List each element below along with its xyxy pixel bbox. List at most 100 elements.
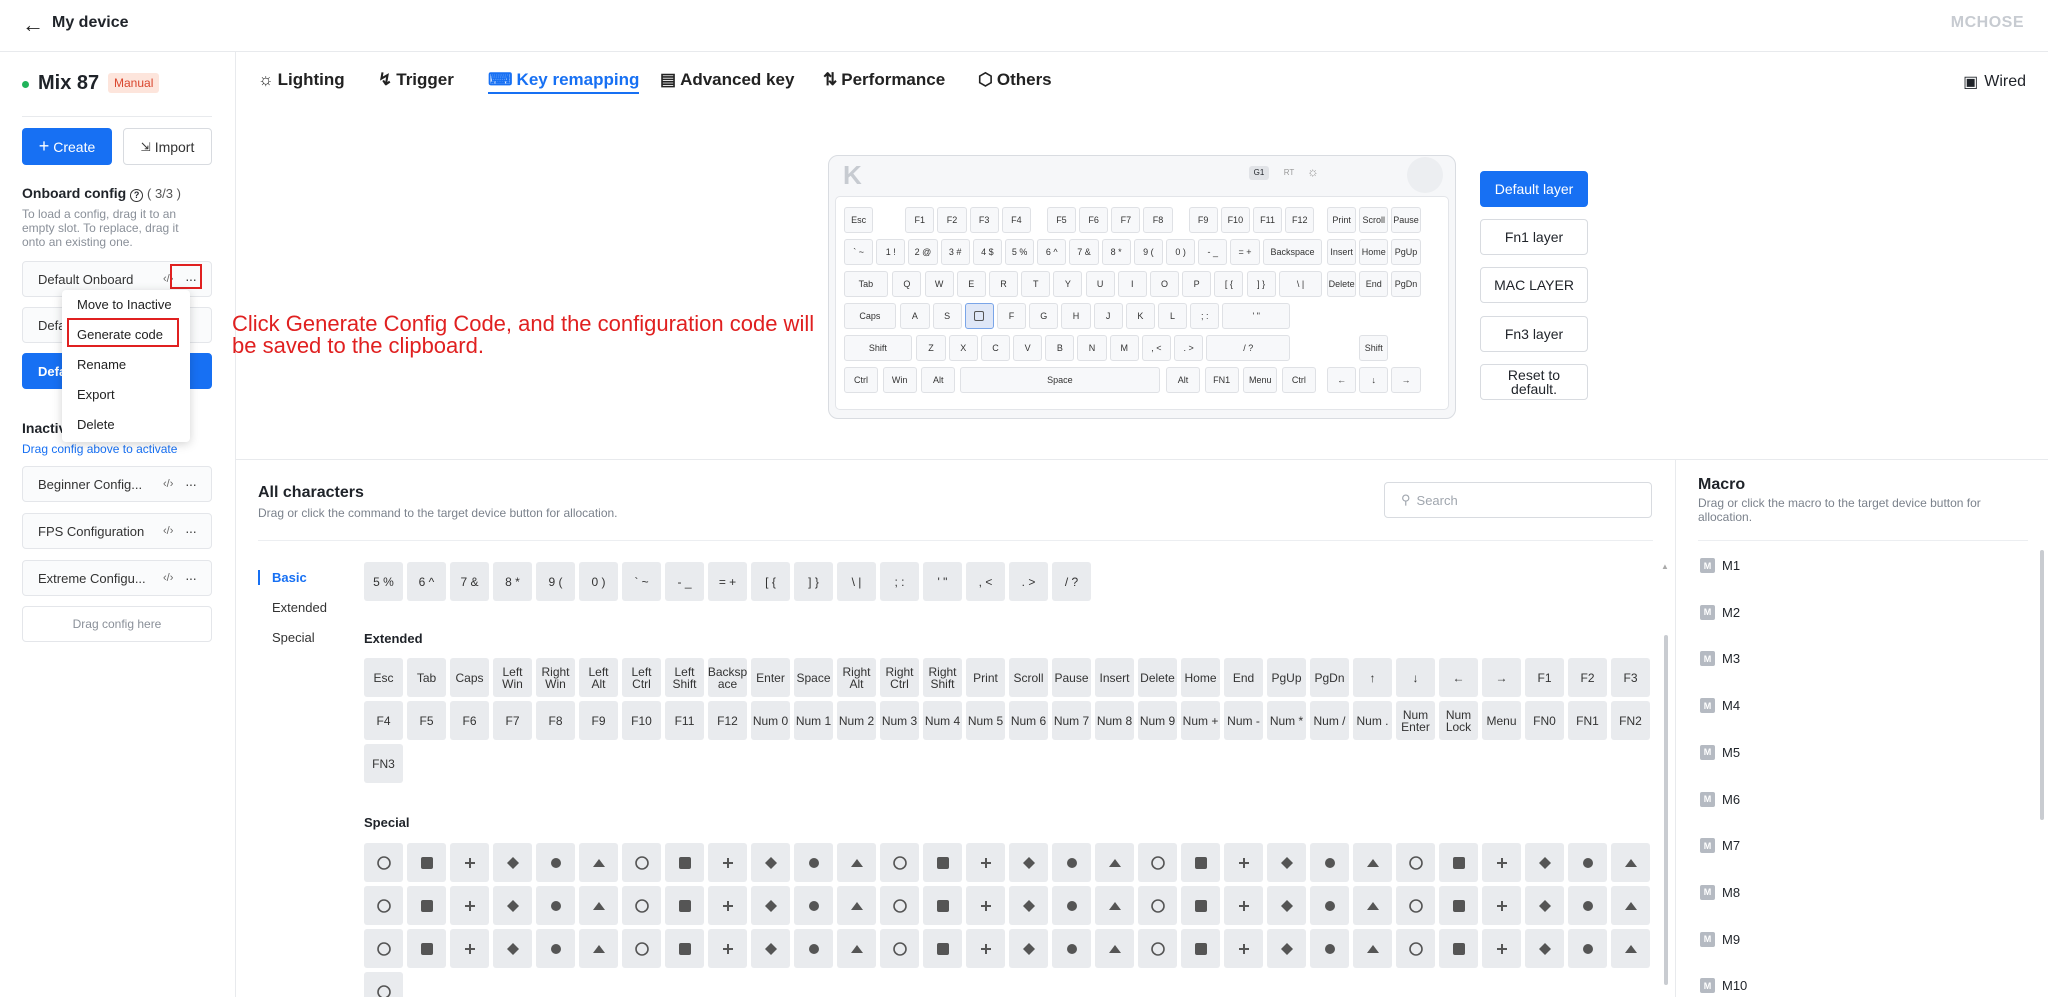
character-key[interactable]: . > <box>1009 562 1048 601</box>
keyboard-key[interactable]: F8 <box>1143 207 1173 233</box>
keyboard-key[interactable]: A <box>900 303 930 329</box>
keyboard-key[interactable]: , < <box>1141 335 1172 361</box>
macro-item[interactable]: M M6 <box>1700 791 1740 807</box>
keyboard-key[interactable]: H <box>1061 303 1091 329</box>
keyboard-key[interactable]: Home <box>1359 239 1389 265</box>
keyboard-key[interactable]: M <box>1109 335 1139 361</box>
keyboard-key[interactable]: I <box>1117 271 1147 297</box>
macro-item[interactable]: M M1 <box>1700 558 1740 573</box>
character-key[interactable]: Num - <box>1224 701 1263 740</box>
special-function-icon[interactable] <box>1224 886 1263 925</box>
macro-scrollbar[interactable] <box>2040 550 2044 820</box>
inactive-config-2[interactable]: FPS Configuration ‹/› ··· <box>22 513 212 549</box>
code-icon[interactable]: ‹/› <box>163 572 177 584</box>
special-function-icon[interactable] <box>880 843 919 882</box>
tab-trigger[interactable]: ↯ Trigger <box>378 70 454 90</box>
layer-fn3[interactable]: Fn3 layer <box>1480 316 1588 352</box>
special-function-icon[interactable] <box>1353 886 1392 925</box>
keyboard-key[interactable]: F11 <box>1252 207 1283 233</box>
character-key[interactable]: Left Win <box>493 658 532 697</box>
tab-advanced-key[interactable]: ▤ Advanced key <box>660 70 794 90</box>
keyboard-key[interactable]: Ctrl <box>844 367 879 393</box>
keyboard-key[interactable]: F7 <box>1111 207 1141 233</box>
special-function-icon[interactable] <box>708 843 747 882</box>
special-function-icon[interactable] <box>1525 929 1564 968</box>
character-key[interactable]: Caps <box>450 658 489 697</box>
special-function-icon[interactable] <box>1224 929 1263 968</box>
macro-item[interactable]: M M3 <box>1700 651 1740 667</box>
inactive-config-3[interactable]: Extreme Configu... ‹/› ··· <box>22 560 212 596</box>
keyboard-key[interactable]: [ { <box>1214 271 1244 297</box>
character-key[interactable]: Num * <box>1267 701 1306 740</box>
character-key[interactable]: Num 6 <box>1009 701 1048 740</box>
character-key[interactable]: ↓ <box>1396 658 1435 697</box>
keyboard-key[interactable]: G <box>1029 303 1059 329</box>
special-function-icon[interactable] <box>794 886 833 925</box>
character-key[interactable]: ; : <box>880 562 919 601</box>
special-function-icon[interactable] <box>1568 886 1607 925</box>
character-key[interactable]: F2 <box>1568 658 1607 697</box>
keyboard-key[interactable]: 7 & <box>1069 239 1099 265</box>
keyboard-key[interactable]: W <box>924 271 954 297</box>
special-function-icon[interactable] <box>1009 886 1048 925</box>
character-key[interactable]: Num 1 <box>794 701 833 740</box>
inactive-config-1[interactable]: Beginner Config... ‹/› ··· <box>22 466 212 502</box>
character-key[interactable]: Home <box>1181 658 1220 697</box>
special-function-icon[interactable] <box>1052 886 1091 925</box>
character-key[interactable]: Num / <box>1310 701 1349 740</box>
character-key[interactable]: 7 & <box>450 562 489 601</box>
character-key[interactable]: → <box>1482 658 1521 697</box>
keyboard-key[interactable]: 8 * <box>1101 239 1131 265</box>
special-function-icon[interactable] <box>1095 886 1134 925</box>
special-function-icon[interactable] <box>579 886 618 925</box>
special-function-icon[interactable] <box>364 886 403 925</box>
special-function-icon[interactable] <box>1396 843 1435 882</box>
keyboard-key[interactable]: Z <box>916 335 946 361</box>
keyboard-key[interactable]: 0 ) <box>1166 239 1196 265</box>
character-key[interactable]: F8 <box>536 701 575 740</box>
special-function-icon[interactable] <box>407 929 446 968</box>
character-key[interactable]: F7 <box>493 701 532 740</box>
search-input[interactable]: ⚲ Search <box>1384 482 1652 518</box>
character-key[interactable]: Num 7 <box>1052 701 1091 740</box>
special-function-icon[interactable] <box>579 929 618 968</box>
character-key[interactable]: F10 <box>622 701 661 740</box>
special-function-icon[interactable] <box>407 886 446 925</box>
special-function-icon[interactable] <box>1396 929 1435 968</box>
keyboard-key[interactable]: U <box>1085 271 1115 297</box>
character-key[interactable]: End <box>1224 658 1263 697</box>
category-special[interactable]: Special <box>258 630 315 645</box>
character-key[interactable]: Left Alt <box>579 658 618 697</box>
keyboard-key[interactable]: \ | <box>1278 271 1323 297</box>
keyboard-key[interactable]: F1 <box>905 207 935 233</box>
keyboard-key[interactable]: Win <box>882 367 917 393</box>
layer-mac[interactable]: MAC LAYER <box>1480 267 1588 303</box>
keyboard-key[interactable]: ' " <box>1222 303 1291 329</box>
more-icon[interactable]: ··· <box>185 476 203 492</box>
keyboard-key-selected[interactable] <box>964 303 994 329</box>
drop-zone[interactable]: Drag config here <box>22 606 212 642</box>
character-key[interactable]: FN2 <box>1611 701 1650 740</box>
keyboard-key[interactable]: ; : <box>1190 303 1220 329</box>
keyboard-key[interactable]: J <box>1093 303 1123 329</box>
special-function-icon[interactable] <box>1052 843 1091 882</box>
keyboard-key[interactable]: Y <box>1053 271 1083 297</box>
character-key[interactable]: 6 ^ <box>407 562 446 601</box>
character-key[interactable]: Right Win <box>536 658 575 697</box>
special-function-icon[interactable] <box>1611 886 1650 925</box>
special-function-icon[interactable] <box>450 843 489 882</box>
special-function-icon[interactable] <box>1224 843 1263 882</box>
character-key[interactable]: , < <box>966 562 1005 601</box>
special-function-icon[interactable] <box>407 843 446 882</box>
keyboard-key[interactable]: X <box>948 335 978 361</box>
special-function-icon[interactable] <box>794 843 833 882</box>
keyboard-key[interactable]: B <box>1045 335 1075 361</box>
character-key[interactable]: F4 <box>364 701 403 740</box>
character-key[interactable]: Left Ctrl <box>622 658 661 697</box>
special-function-icon[interactable] <box>1525 843 1564 882</box>
arrow-left-icon[interactable]: ← <box>22 14 44 36</box>
special-function-icon[interactable] <box>837 886 876 925</box>
help-icon[interactable]: ? <box>130 189 144 202</box>
character-key[interactable]: - _ <box>665 562 704 601</box>
special-function-icon[interactable] <box>880 929 919 968</box>
